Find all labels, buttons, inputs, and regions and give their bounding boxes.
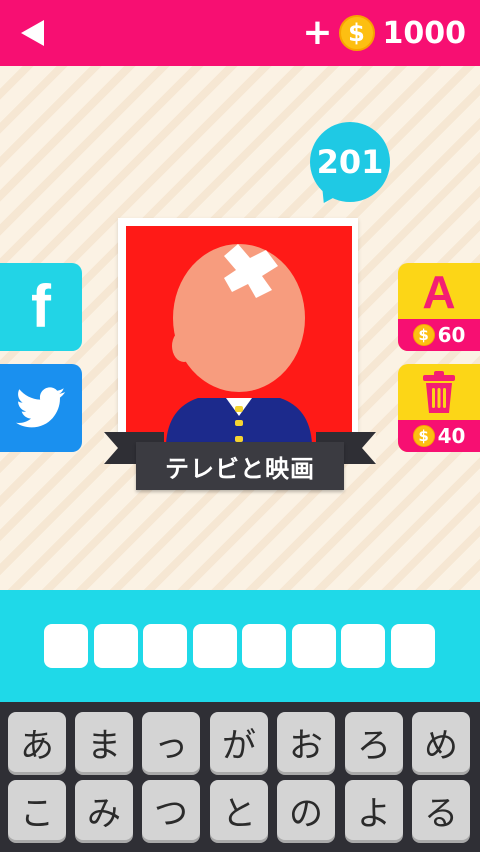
answer-slot[interactable] [44,624,88,668]
letter-key[interactable]: お [277,712,335,772]
letter-key[interactable]: め [412,712,470,772]
back-arrow-icon[interactable] [18,18,48,48]
coin-balance[interactable]: + $ 1000 [302,12,466,54]
reveal-letter-button[interactable]: A $ 60 [398,263,480,351]
level-badge: 201 [310,122,390,202]
twitter-share-button[interactable] [0,364,82,452]
coin-amount: 1000 [382,15,467,51]
facebook-icon: f [31,273,51,340]
answer-slot[interactable] [242,624,286,668]
coin-icon: $ [338,15,375,51]
letter-key[interactable]: っ [142,712,200,772]
answer-slot[interactable] [341,624,385,668]
ribbon-notch-left [104,432,118,464]
trash-can-icon [423,371,455,413]
price-value: 60 [437,323,466,347]
letter-key[interactable]: つ [142,780,200,840]
facebook-share-button[interactable]: f [0,263,82,351]
letter-key[interactable]: よ [345,780,403,840]
letter-key[interactable]: ろ [345,712,403,772]
remove-letters-price: $ 40 [398,420,480,452]
remove-letters-button[interactable]: $ 40 [398,364,480,452]
price-value: 40 [437,424,466,448]
reveal-letter-price: $ 60 [398,319,480,351]
answer-slots [44,624,440,668]
letter-keyboard: あ ま っ が お ろ め こ み つ と の よ る [0,702,480,852]
letter-a-icon: A [422,266,456,318]
puzzle-picture [126,226,352,444]
letter-key[interactable]: の [277,780,335,840]
answer-slot[interactable] [93,624,138,668]
letter-key[interactable]: と [210,780,268,840]
letter-key[interactable]: ま [75,712,133,772]
coin-icon: $ [412,324,435,346]
answer-slot[interactable] [390,624,435,668]
letter-key[interactable]: み [75,780,133,840]
answer-slot[interactable] [192,624,237,668]
bald-baby-in-suit-icon [166,244,312,444]
twitter-bird-icon [16,387,66,428]
letter-key[interactable]: が [210,712,268,772]
letter-key[interactable]: る [412,780,470,840]
ribbon-notch-right [362,432,376,464]
top-bar: + $ 1000 [0,0,480,66]
letter-key[interactable]: あ [8,712,66,772]
letter-key[interactable]: こ [8,780,66,840]
answer-slot[interactable] [143,624,187,668]
category-ribbon: テレビと映画 [136,442,344,490]
answer-slot[interactable] [291,624,336,668]
add-coins-icon[interactable]: + [302,15,332,51]
coin-icon: $ [412,425,435,447]
